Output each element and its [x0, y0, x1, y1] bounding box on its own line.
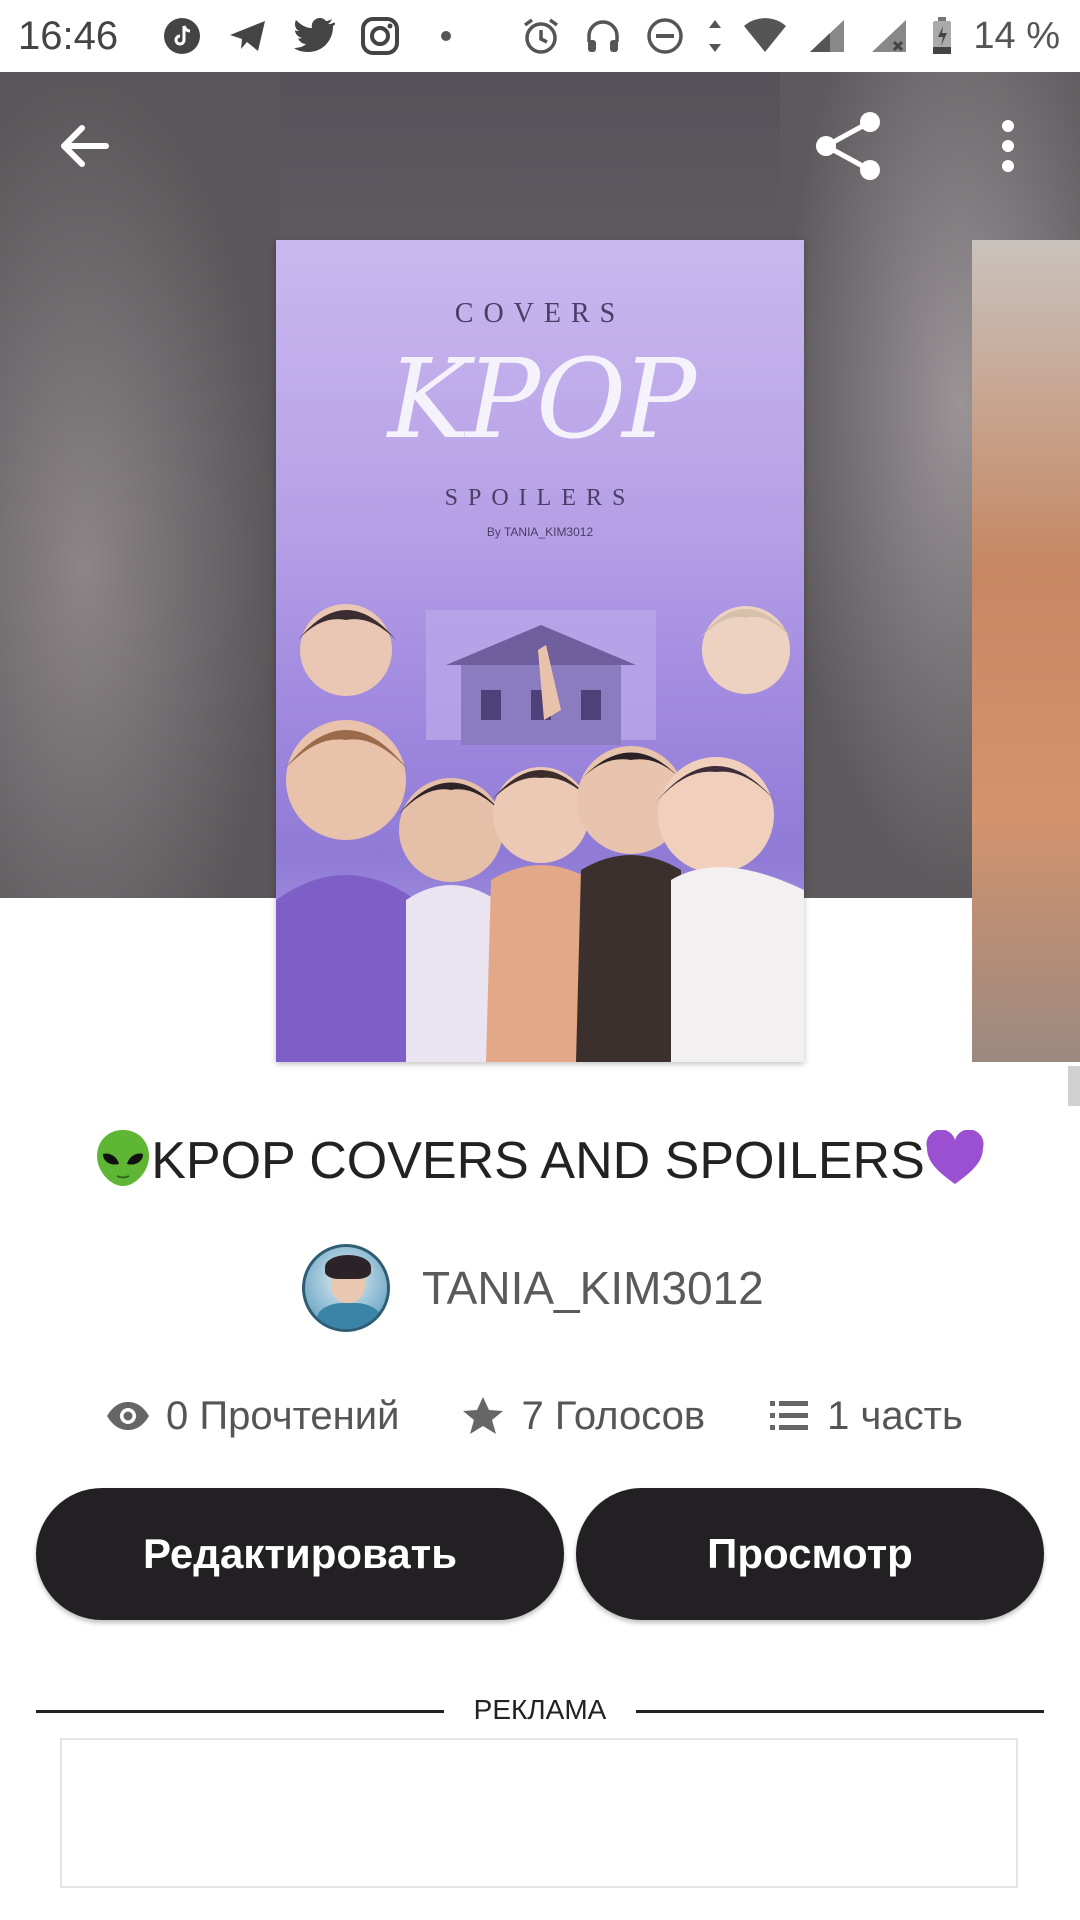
alien-emoji: [95, 1128, 151, 1201]
votes-count: 7 Голосов: [521, 1393, 706, 1438]
story-title-text: KPOP COVERS AND SPOILERS: [151, 1132, 925, 1191]
reads-count: 0 Прочтений: [166, 1393, 400, 1438]
dot-icon: [424, 14, 468, 58]
list-icon: [765, 1392, 813, 1440]
blurred-background-left: [0, 72, 280, 898]
avatar[interactable]: [302, 1244, 390, 1332]
author-name[interactable]: TANIA_KIM3012: [422, 1261, 764, 1315]
status-time: 16:46: [18, 14, 119, 58]
headphones-icon: [581, 14, 625, 58]
next-cover-preview[interactable]: [972, 240, 1080, 1062]
cover-title-bottom: SPOILERS: [444, 485, 636, 511]
cover-title-top: COVERS: [454, 298, 626, 329]
more-vertical-icon: [1002, 120, 1014, 172]
view-button[interactable]: Просмотр: [576, 1488, 1044, 1620]
reads-stat: 0 Прочтений: [104, 1392, 399, 1440]
parts-count: 1 часть: [827, 1393, 963, 1438]
ad-divider-right: [636, 1710, 1044, 1713]
telegram-icon: [226, 14, 270, 58]
cover-illustration: [276, 604, 804, 1062]
alarm-icon: [519, 14, 563, 58]
eye-icon: [104, 1392, 152, 1440]
ad-slot[interactable]: [60, 1738, 1018, 1888]
share-icon: [816, 112, 880, 180]
data-arrows-icon: [705, 14, 725, 58]
notification-icons: [160, 14, 468, 58]
tiktok-icon: [160, 14, 204, 58]
cover-title-main: KPOP: [387, 335, 696, 463]
twitter-icon: [292, 14, 336, 58]
book-cover[interactable]: COVERS KPOP SPOILERS By TANIA_KIM3012: [276, 240, 804, 1062]
wifi-icon: [743, 14, 787, 58]
purple-heart-emoji: [925, 1129, 985, 1199]
cover-byline: By TANIA_KIM3012: [486, 525, 594, 539]
back-button[interactable]: [48, 110, 120, 182]
more-options-button[interactable]: [972, 110, 1044, 182]
dnd-icon: [643, 14, 687, 58]
edit-button[interactable]: Редактировать: [36, 1488, 564, 1620]
battery-percent: 14 %: [973, 14, 1060, 57]
share-button[interactable]: [812, 110, 884, 182]
scroll-indicator: [1068, 1066, 1080, 1106]
votes-stat: 7 Голосов: [459, 1392, 705, 1440]
star-icon: [459, 1392, 507, 1440]
arrow-left-icon: [61, 125, 109, 167]
parts-stat: 1 часть: [765, 1392, 963, 1440]
author-row[interactable]: TANIA_KIM3012: [302, 1242, 764, 1334]
battery-icon: [929, 14, 955, 58]
signal-icon: [805, 14, 849, 58]
instagram-icon: [358, 14, 402, 58]
story-details-screen: 16:46 14 % COVERS KPOP SPOILERS By TANIA…: [0, 0, 1080, 1920]
ad-header: РЕКЛАМА: [36, 1692, 1044, 1728]
system-icons: 14 %: [519, 12, 1060, 60]
story-stats: 0 Прочтений 7 Голосов 1 часть: [104, 1388, 1023, 1444]
status-bar: 16:46 14 %: [0, 0, 1080, 72]
story-title: KPOP COVERS AND SPOILERS: [0, 1128, 1080, 1201]
signal-x-icon: [867, 14, 911, 58]
